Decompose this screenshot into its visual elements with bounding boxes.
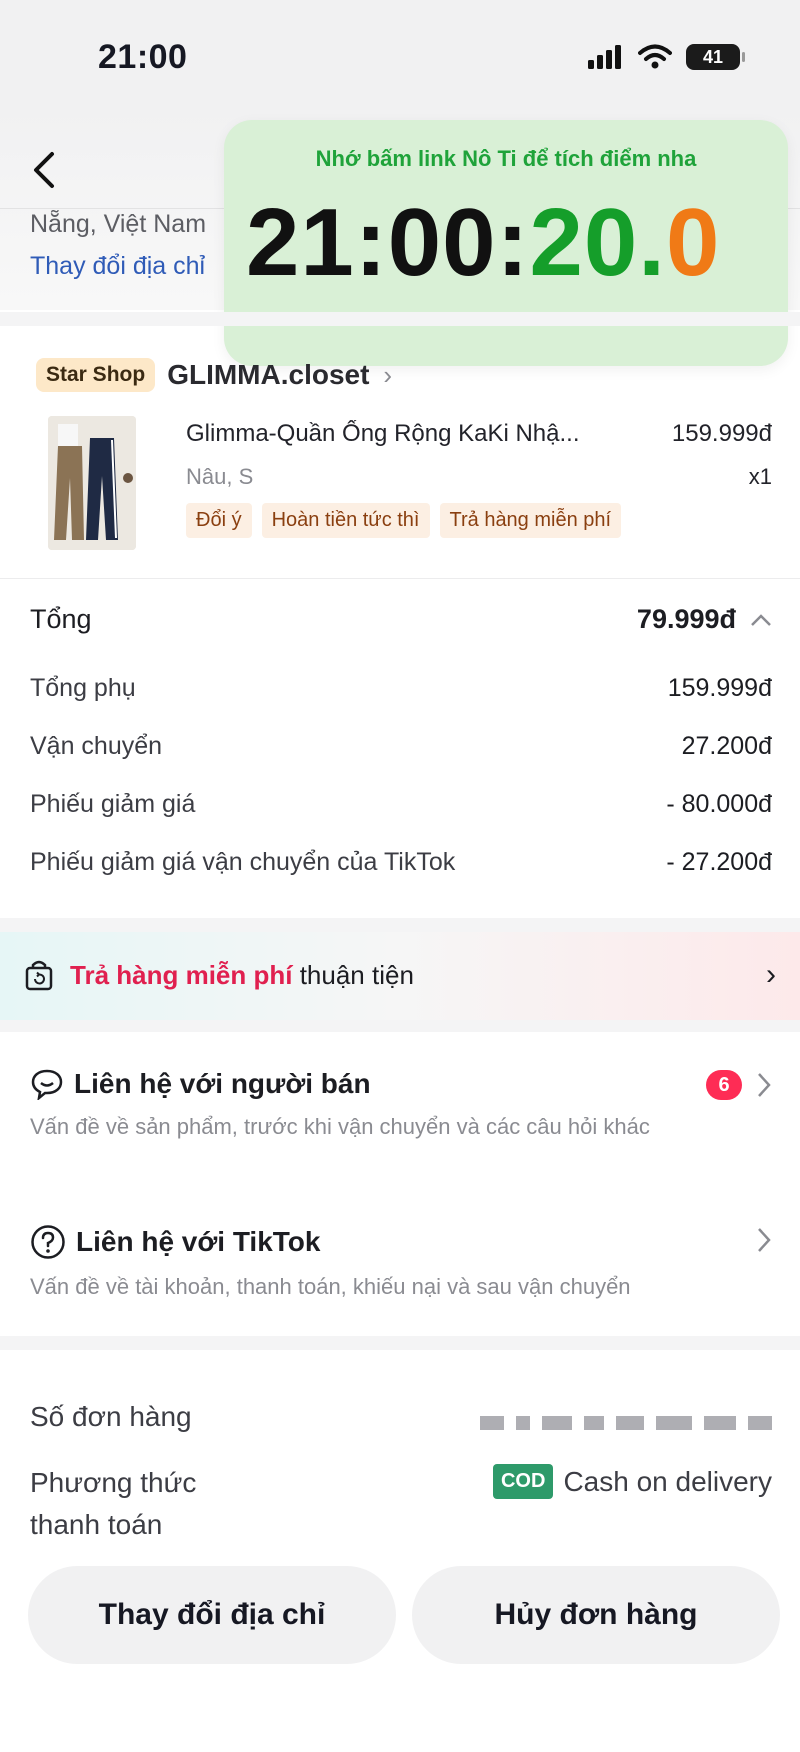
contact-seller-title: Liên hệ với người bán	[74, 1068, 371, 1099]
section-separator	[0, 312, 800, 326]
chevron-up-icon[interactable]	[750, 613, 772, 627]
help-circle-icon	[31, 1225, 65, 1259]
battery-icon: 41	[686, 44, 745, 70]
total-label: Tổng	[30, 604, 92, 634]
address-line: Nẵng, Việt Nam	[30, 210, 207, 238]
tag-free-return: Trả hàng miễn phí	[439, 503, 622, 538]
total-value: 79.999đ	[636, 604, 736, 634]
pants-image-icon	[48, 416, 136, 550]
star-shop-badge: Star Shop	[36, 358, 156, 392]
contact-seller-head: Liên hệ với người bán	[30, 1068, 772, 1100]
summary-label: Vận chuyển	[30, 732, 163, 760]
summary-value: 159.999đ	[667, 674, 772, 702]
clock-hours-minutes: 21:00:	[246, 189, 530, 296]
back-arrow-icon[interactable]	[28, 148, 60, 192]
free-return-rest: thuận tiện	[292, 960, 414, 990]
order-number-redacted	[480, 1396, 772, 1438]
cancel-order-button[interactable]: Hủy đơn hàng	[412, 1566, 780, 1664]
product-title[interactable]: Glimma-Quần Ống Rộng KaKi Nhậ...	[186, 420, 626, 448]
return-bag-icon	[25, 960, 53, 991]
clock-tenths: 0	[665, 189, 721, 296]
change-address-link[interactable]: Thay đổi địa chỉ	[30, 252, 205, 281]
unread-badge: 6	[706, 1070, 742, 1100]
order-number-label: Số đơn hàng	[30, 1401, 192, 1432]
summary-row-shipping: Vận chuyển 27.200đ	[30, 732, 772, 761]
payment-method-value: Cash on delivery	[563, 1465, 772, 1497]
free-return-text: Trả hàng miễn phí thuận tiện	[70, 960, 414, 991]
summary-value: - 27.200đ	[666, 848, 772, 876]
clock-seconds: 20.	[529, 189, 666, 296]
payment-method-row: Phương thức thanh toán COD Cash on deliv…	[30, 1462, 772, 1546]
contact-seller-right: 6	[706, 1070, 772, 1100]
product-quantity: x1	[748, 464, 772, 489]
free-return-banner[interactable]: Trả hàng miễn phí thuận tiện ›	[0, 932, 800, 1020]
summary-row-voucher: Phiếu giảm giá - 80.000đ	[30, 790, 772, 819]
product-tags: Đổi ý Hoàn tiền tức thì Trả hàng miễn ph…	[186, 503, 622, 538]
summary-label: Phiếu giảm giá	[30, 790, 196, 818]
contact-tiktok-row[interactable]: Liên hệ với TikTok Vấn đề về tài khoản, …	[30, 1224, 772, 1300]
contact-tiktok-subtitle: Vấn đề về tài khoản, thanh toán, khiếu n…	[30, 1274, 631, 1299]
total-value-wrap: 79.999đ	[637, 604, 772, 635]
chevron-right-icon[interactable]	[756, 1226, 772, 1254]
summary-row-shipping-voucher: Phiếu giảm giá vận chuyển của TikTok - 2…	[30, 848, 772, 877]
contact-seller-subtitle: Vấn đề về sản phẩm, trước khi vận chuyển…	[30, 1114, 650, 1139]
order-number-row: Số đơn hàng	[30, 1396, 772, 1438]
free-return-highlight: Trả hàng miễn phí	[70, 960, 293, 990]
section-separator	[0, 1336, 800, 1350]
summary-label: Phiếu giảm giá vận chuyển của TikTok	[30, 848, 456, 876]
shop-row[interactable]: Star Shop GLIMMA.closet ›	[36, 358, 392, 392]
shop-chevron-icon: ›	[383, 359, 393, 390]
section-separator	[0, 918, 800, 932]
divider	[0, 578, 800, 579]
tag-instant-refund: Hoàn tiền tức thì	[261, 503, 430, 538]
cod-badge: COD	[492, 1464, 554, 1499]
chevron-right-icon[interactable]: ›	[766, 958, 776, 992]
chevron-right-icon[interactable]	[756, 1071, 772, 1099]
total-row[interactable]: Tổng 79.999đ	[30, 604, 772, 635]
payment-label-line2: thanh toán	[30, 1509, 163, 1540]
chat-bubble-icon	[31, 1069, 63, 1100]
payment-method-label: Phương thức thanh toán	[30, 1462, 196, 1546]
summary-value: - 80.000đ	[666, 790, 772, 818]
product-variant: Nâu, S	[186, 464, 254, 489]
payment-value-wrap: COD Cash on delivery	[492, 1462, 772, 1499]
contact-tiktok-title: Liên hệ với TikTok	[76, 1226, 321, 1257]
summary-label: Tổng phụ	[30, 674, 136, 702]
payment-label-line1: Phương thức	[30, 1467, 197, 1498]
tag-change-mind: Đổi ý	[186, 503, 252, 538]
product-price: 159.999đ	[671, 420, 772, 447]
status-time: 21:00	[98, 38, 188, 76]
overlay-note: Nhớ bấm link Nô Ti để tích điểm nha	[315, 146, 697, 171]
shop-name[interactable]: GLIMMA.closet	[167, 359, 369, 391]
contact-tiktok-right	[756, 1226, 772, 1254]
summary-value: 27.200đ	[681, 732, 772, 760]
wifi-icon	[638, 44, 672, 69]
summary-row-subtotal: Tổng phụ 159.999đ	[30, 674, 772, 703]
section-separator	[0, 1020, 800, 1032]
product-thumbnail[interactable]	[48, 416, 136, 550]
status-bar: 21:00 41	[0, 0, 800, 110]
status-icons: 41	[588, 44, 745, 70]
change-address-button[interactable]: Thay đổi địa chỉ	[28, 1566, 396, 1664]
overlay-clock: 21:00:20.0	[246, 188, 720, 298]
contact-tiktok-head: Liên hệ với TikTok	[30, 1224, 772, 1260]
clock-overlay: Nhớ bấm link Nô Ti để tích điểm nha 21:0…	[224, 120, 788, 366]
cellular-signal-icon	[588, 45, 621, 69]
contact-seller-row[interactable]: Liên hệ với người bán Vấn đề về sản phẩm…	[30, 1068, 772, 1140]
